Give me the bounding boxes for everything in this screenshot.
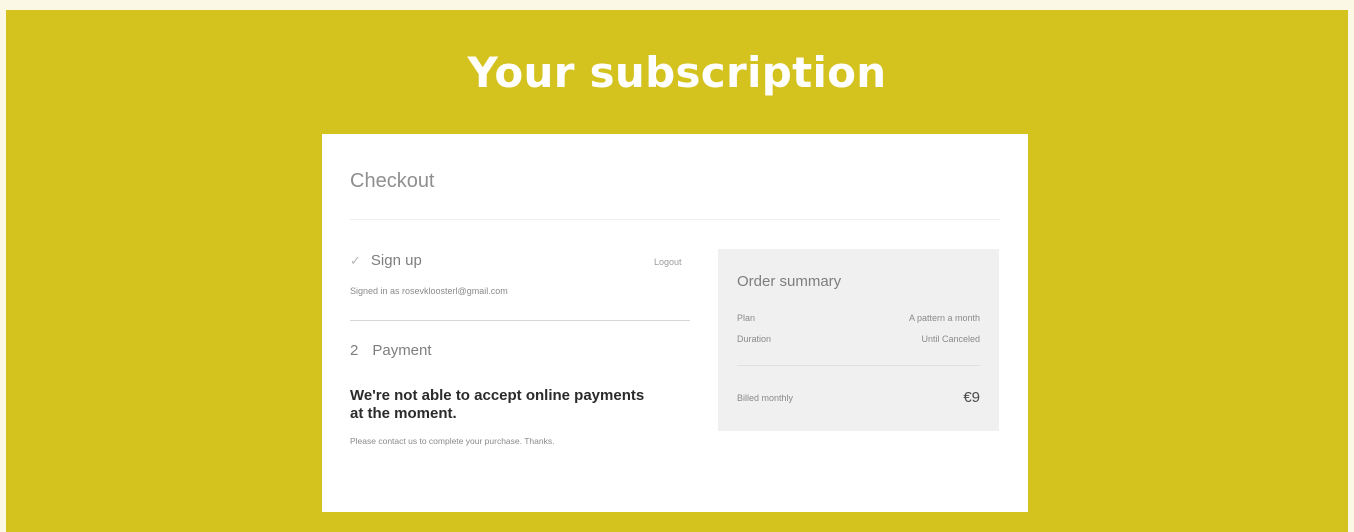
billed-label: Billed monthly: [737, 392, 794, 403]
logout-link[interactable]: Logout: [654, 257, 682, 267]
payment-notice: We're not able to accept online payments…: [350, 387, 645, 422]
summary-row-duration: Duration Until Canceled: [737, 334, 980, 344]
payment-subtext: Please contact us to complete your purch…: [350, 436, 555, 446]
order-summary-panel: Order summary Plan A pattern a month Dur…: [718, 249, 999, 431]
summary-divider: [737, 365, 980, 366]
check-icon: ✓: [350, 252, 361, 268]
checkout-title: Checkout: [350, 170, 435, 192]
payment-step-header: 2 Payment: [350, 342, 432, 359]
duration-label: Duration: [737, 334, 772, 344]
page-title: Your subscription: [467, 48, 887, 97]
duration-value: Until Canceled: [921, 334, 980, 344]
signup-step-header: ✓ Sign up: [350, 252, 422, 269]
divider: [350, 219, 1000, 220]
plan-label: Plan: [737, 313, 756, 323]
summary-row-billed: Billed monthly €9: [737, 389, 980, 406]
summary-row-plan: Plan A pattern a month: [737, 313, 980, 323]
page-background: Your subscription Checkout ✓ Sign up Log…: [6, 10, 1348, 532]
payment-step-label: Payment: [372, 342, 432, 359]
price-value: €9: [963, 389, 980, 406]
signup-step-label: Sign up: [370, 252, 422, 269]
payment-step-number: 2: [350, 342, 359, 359]
checkout-card: Checkout ✓ Sign up Logout Signed in as r…: [322, 134, 1028, 512]
plan-value: A pattern a month: [908, 313, 980, 323]
order-summary-title: Order summary: [737, 273, 842, 290]
step-divider: [350, 320, 690, 321]
signed-in-text: Signed in as rosevkloosterl@gmail.com: [350, 286, 508, 296]
